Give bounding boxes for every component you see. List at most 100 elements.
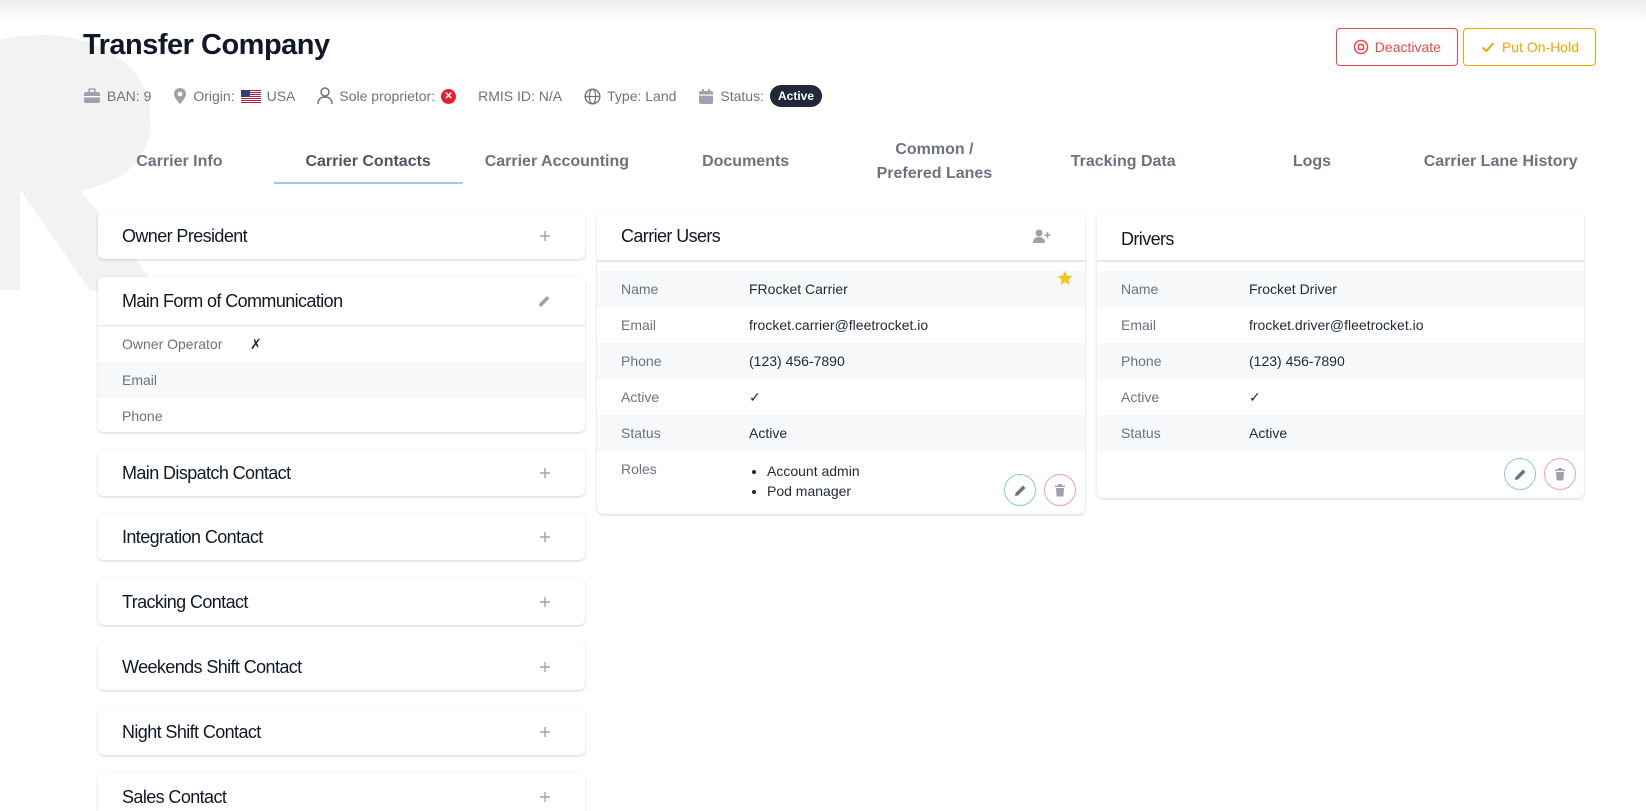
origin-country: USA bbox=[266, 88, 296, 104]
integration-contact-title: Integration Contact bbox=[122, 526, 263, 547]
name-row: Name Frocket Driver bbox=[1097, 271, 1584, 307]
status-badge: Active bbox=[770, 85, 823, 107]
user-status-value: Active bbox=[749, 425, 788, 441]
location-pin-icon bbox=[174, 88, 187, 104]
origin-label: Origin: bbox=[193, 88, 235, 104]
person-icon bbox=[317, 87, 334, 105]
field-label: Email bbox=[621, 317, 657, 333]
delete-user-button[interactable] bbox=[1044, 474, 1076, 506]
role-item: Pod manager bbox=[767, 481, 860, 501]
trash-icon bbox=[1055, 483, 1065, 496]
main-form-communication-title: Main Form of Communication bbox=[122, 290, 343, 311]
driver-status-value: Active bbox=[1249, 425, 1288, 441]
drivers-card: Drivers Name Frocket Driver Email frocke… bbox=[1097, 212, 1584, 498]
sales-contact-card: Sales Contact bbox=[98, 773, 585, 811]
sales-contact-title: Sales Contact bbox=[122, 786, 227, 807]
sole-proprietor-item: Sole proprietor: ✕ bbox=[317, 87, 457, 105]
delete-driver-button[interactable] bbox=[1544, 458, 1576, 490]
field-label: Status bbox=[1121, 425, 1161, 441]
status-row: Status Active bbox=[1097, 415, 1584, 451]
carrier-users-title: Carrier Users bbox=[621, 225, 721, 246]
globe-icon bbox=[584, 87, 601, 105]
phone-row: Phone bbox=[98, 398, 585, 434]
edit-user-button[interactable] bbox=[1004, 474, 1036, 506]
deactivate-button[interactable]: Deactivate bbox=[1335, 28, 1458, 66]
driver-phone-value: (123) 456-7890 bbox=[1249, 353, 1345, 369]
field-label: Name bbox=[621, 281, 659, 297]
tab-tracking-data[interactable]: Tracking Data bbox=[1029, 138, 1218, 186]
field-label: Phone bbox=[621, 353, 662, 369]
user-active-value: ✓ bbox=[749, 388, 761, 405]
check-icon bbox=[1481, 42, 1495, 53]
email-row: Email frocket.carrier@fleetrocket.io bbox=[597, 307, 1085, 343]
pencil-icon bbox=[1514, 469, 1525, 480]
drivers-title: Drivers bbox=[1121, 228, 1174, 249]
plus-icon[interactable] bbox=[539, 661, 551, 673]
origin-item: Origin: USA bbox=[173, 87, 295, 105]
tab-logs[interactable]: Logs bbox=[1218, 138, 1407, 186]
email-row: Email bbox=[98, 362, 585, 398]
owner-operator-value: ✗ bbox=[250, 335, 262, 352]
tab-carrier-info[interactable]: Carrier Info bbox=[85, 138, 274, 186]
field-label: Phone bbox=[1121, 353, 1162, 369]
field-label: Status bbox=[621, 425, 661, 441]
field-label: Phone bbox=[122, 408, 163, 424]
calendar-icon bbox=[699, 88, 714, 104]
field-label: Roles bbox=[621, 461, 657, 477]
status-row: Status Active bbox=[597, 415, 1085, 451]
active-row: Active ✓ bbox=[1097, 379, 1584, 415]
tab-bar: Carrier Info Carrier Contacts Carrier Ac… bbox=[85, 138, 1595, 186]
tab-documents[interactable]: Documents bbox=[651, 138, 840, 186]
role-item: Account admin bbox=[767, 461, 860, 481]
pencil-icon[interactable] bbox=[538, 295, 551, 308]
field-label: Active bbox=[1121, 389, 1160, 405]
user-email-value: frocket.carrier@fleetrocket.io bbox=[749, 317, 929, 333]
field-label: Name bbox=[1121, 281, 1159, 297]
sole-proprietor-label: Sole proprietor: bbox=[339, 88, 436, 104]
type-item: Type: Land bbox=[584, 87, 677, 105]
deactivate-label: Deactivate bbox=[1374, 39, 1441, 55]
ban-text: BAN: 9 bbox=[107, 88, 152, 104]
owner-president-card: Owner President bbox=[98, 212, 585, 259]
tab-carrier-accounting[interactable]: Carrier Accounting bbox=[463, 138, 652, 186]
plus-icon[interactable] bbox=[539, 230, 551, 242]
rmis-item: RMIS ID: N/A bbox=[478, 88, 562, 104]
put-on-hold-button[interactable]: Put On-Hold bbox=[1462, 28, 1596, 66]
edit-driver-button[interactable] bbox=[1504, 458, 1536, 490]
status-label: Status: bbox=[720, 88, 764, 104]
name-row: Name FRocket Carrier bbox=[597, 271, 1085, 307]
user-name-value: FRocket Carrier bbox=[749, 281, 848, 297]
plus-icon[interactable] bbox=[539, 467, 551, 479]
field-label: Email bbox=[1121, 317, 1157, 333]
night-shift-contact-title: Night Shift Contact bbox=[122, 721, 261, 742]
page-title: Transfer Company bbox=[83, 29, 330, 61]
phone-row: Phone (123) 456-7890 bbox=[1097, 343, 1584, 379]
plus-icon[interactable] bbox=[539, 791, 551, 803]
carrier-meta-bar: BAN: 9 Origin: USA Sole proprietor: ✕ RM… bbox=[83, 84, 844, 108]
tracking-contact-title: Tracking Contact bbox=[122, 591, 248, 612]
plus-icon[interactable] bbox=[539, 596, 551, 608]
tab-common-prefered-lanes[interactable]: Common / Prefered Lanes bbox=[840, 138, 1029, 186]
driver-name-value: Frocket Driver bbox=[1249, 281, 1337, 297]
email-row: Email frocket.driver@fleetrocket.io bbox=[1097, 307, 1584, 343]
add-user-icon[interactable] bbox=[1033, 228, 1051, 244]
field-label: Active bbox=[621, 389, 660, 405]
active-row: Active ✓ bbox=[597, 379, 1085, 415]
us-flag-icon bbox=[240, 89, 261, 103]
sole-proprietor-no-badge: ✕ bbox=[441, 88, 457, 104]
star-icon bbox=[1057, 270, 1073, 285]
tab-carrier-contacts[interactable]: Carrier Contacts bbox=[273, 138, 463, 186]
trash-icon bbox=[1555, 467, 1565, 480]
pencil-icon bbox=[1014, 485, 1025, 496]
plus-icon[interactable] bbox=[539, 726, 551, 738]
owner-operator-row: Owner Operator ✗ bbox=[98, 326, 585, 362]
weekends-shift-contact-card: Weekends Shift Contact bbox=[98, 643, 585, 690]
plus-icon[interactable] bbox=[539, 531, 551, 543]
driver-email-value: frocket.driver@fleetrocket.io bbox=[1249, 317, 1424, 333]
tab-carrier-lane-history[interactable]: Carrier Lane History bbox=[1406, 138, 1595, 186]
rmis-text: RMIS ID: N/A bbox=[478, 88, 563, 104]
field-label: Email bbox=[122, 372, 158, 388]
driver-active-value: ✓ bbox=[1249, 388, 1261, 405]
field-label: Owner Operator bbox=[122, 336, 223, 352]
type-text: Type: Land bbox=[607, 88, 677, 104]
